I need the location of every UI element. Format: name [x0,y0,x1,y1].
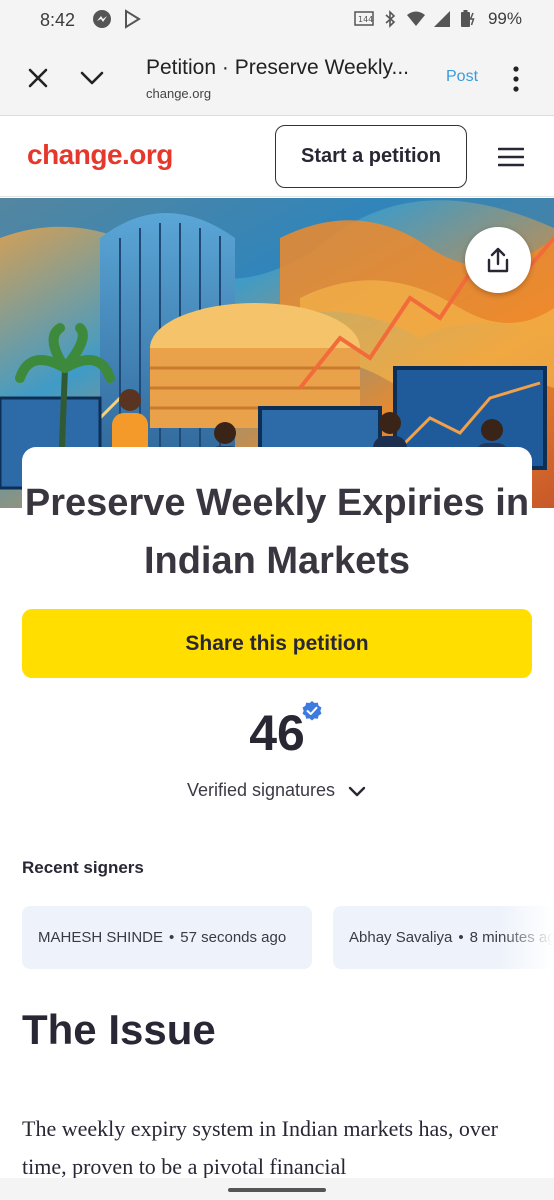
chevron-down-icon[interactable] [78,64,106,92]
share-icon-button[interactable] [465,227,531,293]
share-icon [487,247,509,273]
tab-url: change.org [146,86,212,101]
signal-icon [433,11,450,27]
separator-dot: • [458,929,464,946]
signatures-toggle[interactable]: Verified signatures [0,780,554,801]
system-nav-bar [0,1178,554,1200]
recent-signers-title: Recent signers [22,858,144,877]
messenger-icon [92,9,112,29]
change-org-logo[interactable]: change.org [27,139,173,171]
signature-count: 46 [249,705,305,761]
browser-tab-header: Petition · Preserve Weekly... change.org… [0,42,554,116]
status-time: 8:42 [40,10,76,30]
hd-icon: 144 [354,11,374,26]
issue-text: The weekly expiry system in Indian marke… [22,1116,498,1179]
issue-heading: The Issue [22,1006,216,1053]
post-button[interactable]: Post [446,68,478,86]
petition-title: Preserve Weekly Expiries in Indian Marke… [24,482,530,582]
signer-time: 57 seconds ago [180,929,287,946]
tab-title: Petition · Preserve Weekly... [146,56,409,79]
chevron-down-icon [348,786,366,796]
battery-percent: 99% [487,9,522,28]
play-store-icon [122,9,142,29]
battery-charging-icon [460,10,475,27]
share-petition-button[interactable]: Share this petition [22,609,532,678]
hamburger-menu-icon[interactable] [498,147,524,167]
wifi-icon [406,11,425,26]
signature-label: Verified signatures [186,780,336,800]
bluetooth-icon [385,10,396,28]
scroll-fade [500,906,554,969]
signer-name: Abhay Savaliya [349,929,453,946]
status-bar: 8:42 144 99% [0,0,554,42]
separator-dot: • [169,929,175,946]
verified-badge-icon [302,701,322,721]
site-header: change.org Start a petition [0,117,554,197]
home-gesture-handle[interactable] [228,1188,326,1192]
svg-text:144: 144 [358,15,373,24]
close-icon[interactable] [24,64,52,92]
signer-chip: MAHESH SHINDE • 57 seconds ago [22,906,312,969]
more-options-icon[interactable] [506,64,526,94]
signer-name: MAHESH SHINDE [38,929,164,946]
start-petition-button[interactable]: Start a petition [275,125,467,188]
